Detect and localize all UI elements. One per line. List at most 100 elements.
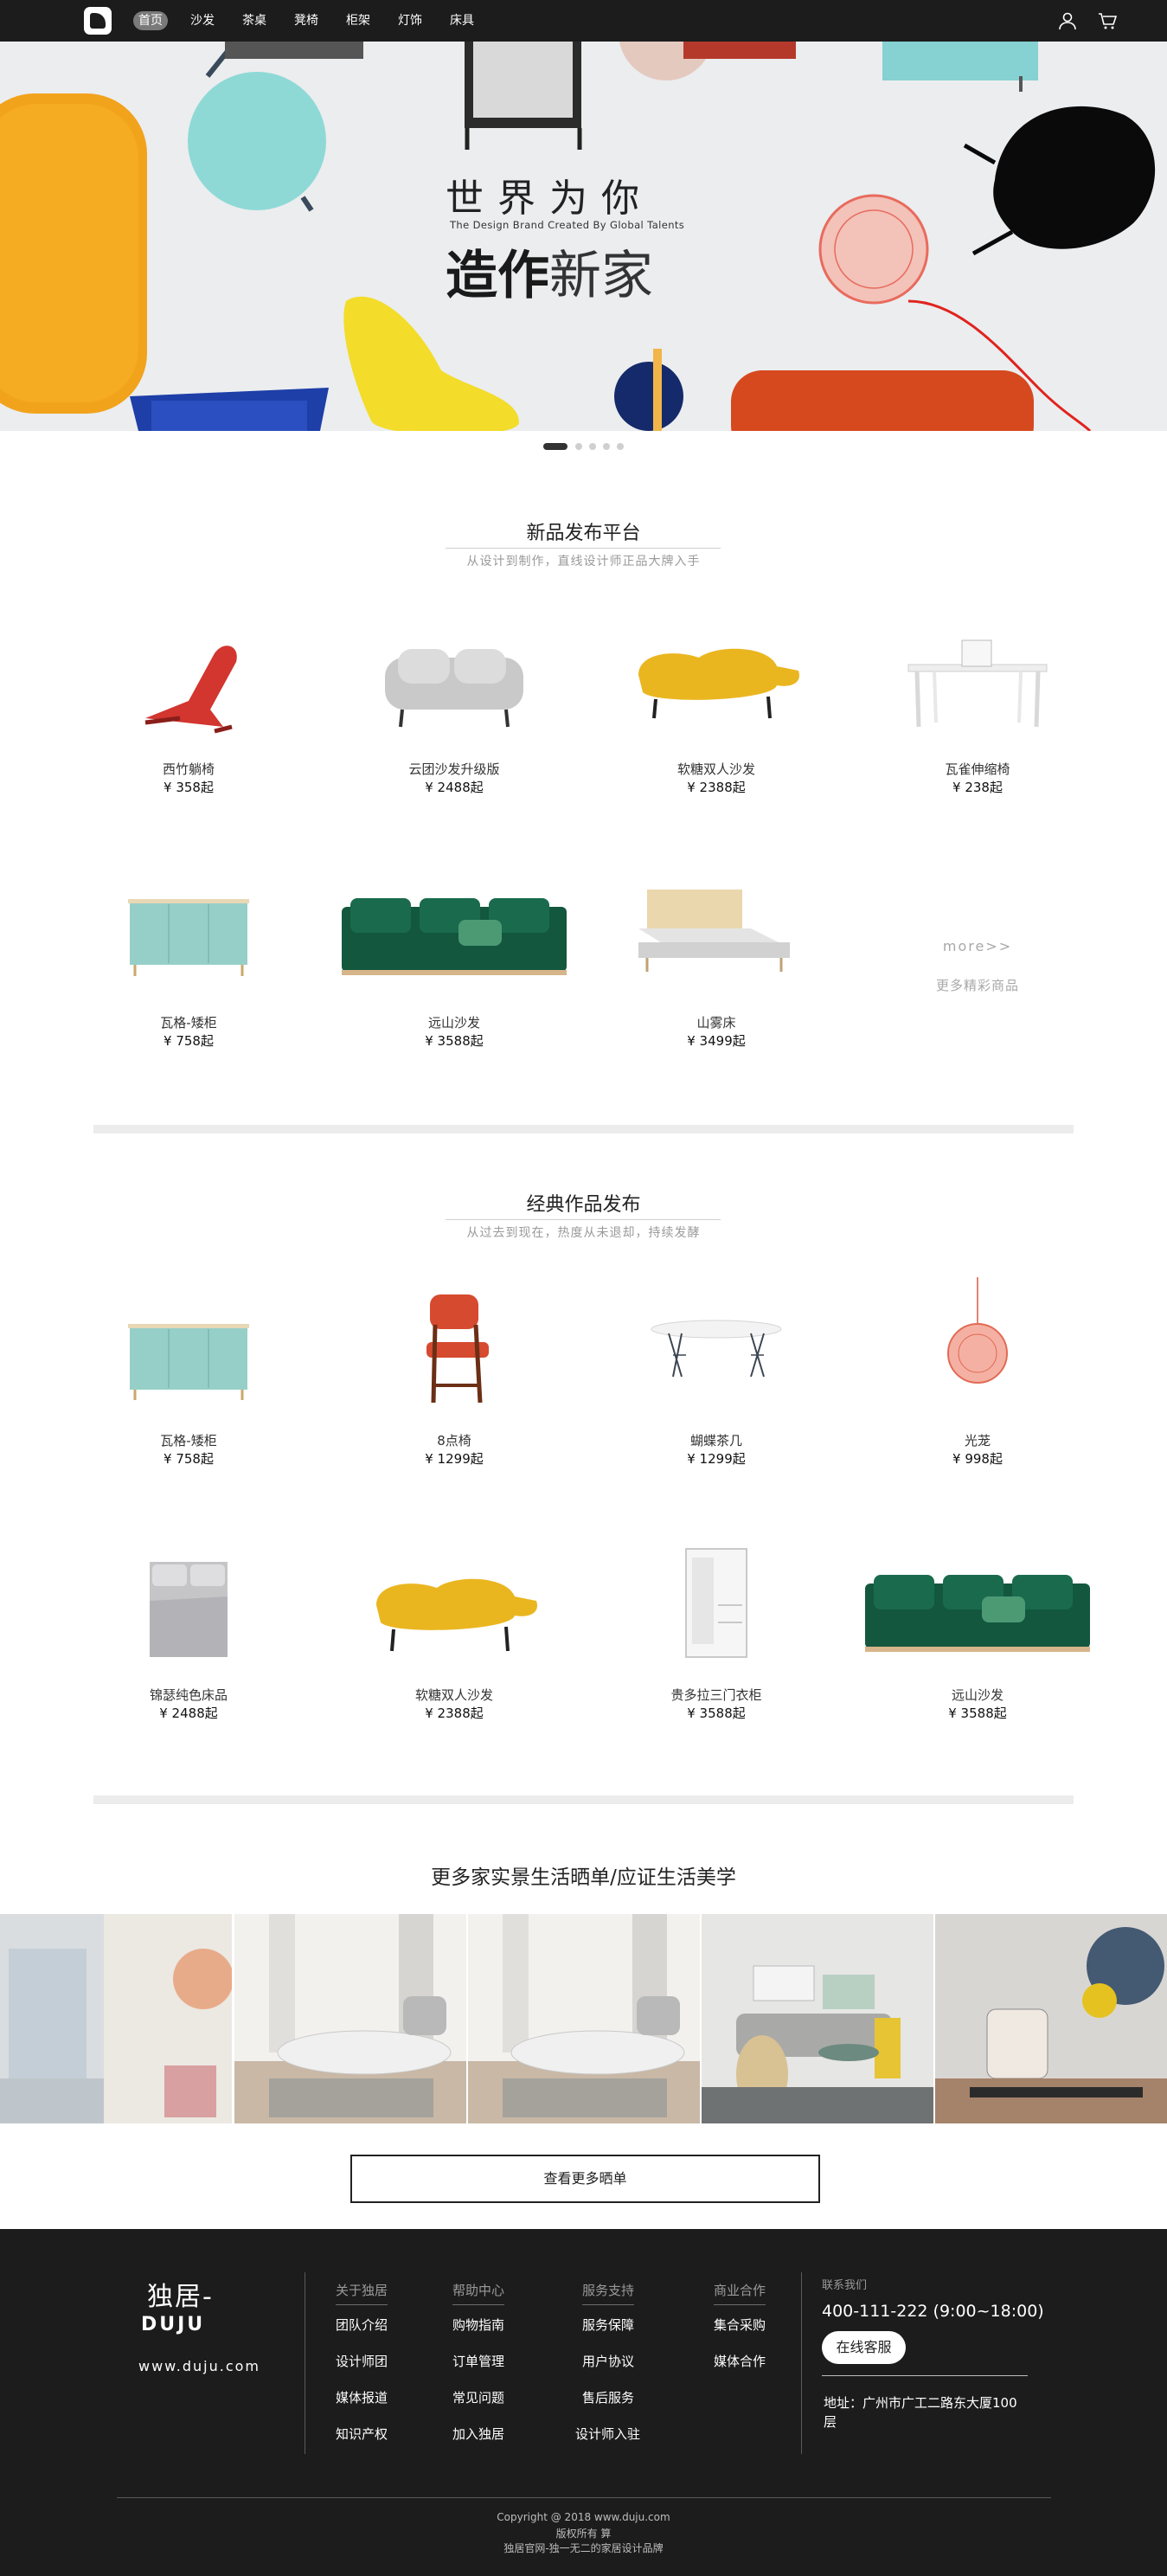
product-name: 软糖双人沙发 <box>676 761 755 777</box>
nav-item-lamp[interactable]: 灯饰 <box>393 11 427 30</box>
product-card[interactable]: 软糖双人沙发 ¥ 2388起 <box>621 606 811 795</box>
nav-item-cabinet[interactable]: 柜架 <box>341 11 375 30</box>
product-name: 远山沙发 <box>427 1015 480 1031</box>
product-image <box>385 649 523 728</box>
product-price: ¥ 238起 <box>952 780 1003 795</box>
footer-link[interactable]: 设计师入驻 <box>575 2425 640 2443</box>
footer-link[interactable]: 服务保障 <box>582 2316 634 2334</box>
product-image <box>638 890 790 972</box>
product-price: ¥ 2388起 <box>687 780 746 795</box>
headline-light: 新家 <box>549 246 653 306</box>
product-card[interactable]: 瓦格-矮柜 ¥ 758起 <box>93 859 284 1049</box>
product-price: ¥ 3588起 <box>425 1033 484 1049</box>
new-products-subtitle: 从设计到制作，直线设计师正品大牌入手 <box>466 555 701 569</box>
product-price: ¥ 1299起 <box>687 1451 746 1467</box>
footer-link[interactable]: 媒体合作 <box>714 2352 766 2370</box>
contact-divider <box>822 2375 1028 2376</box>
product-image <box>651 1320 782 1378</box>
classic-subtitle: 从过去到现在，热度从未退却，持续发酵 <box>466 1226 701 1240</box>
gallery-photo[interactable] <box>702 1914 933 2123</box>
footer-link[interactable]: 知识产权 <box>336 2425 388 2443</box>
product-name: 远山沙发 <box>951 1687 1003 1703</box>
carousel-dot[interactable] <box>603 443 610 450</box>
product-card[interactable]: 软糖双人沙发 ¥ 2388起 <box>359 1532 549 1721</box>
product-image <box>128 1324 249 1400</box>
product-image <box>638 648 799 719</box>
product-image <box>426 1294 489 1404</box>
footer-link[interactable]: 购物指南 <box>452 2316 504 2334</box>
contact-address: 地址：广州市广工二路东大厦100层 <box>824 2395 1017 2430</box>
online-service-button[interactable]: 在线客服 <box>822 2331 906 2364</box>
product-name: 贵多拉三门衣柜 <box>670 1687 762 1703</box>
product-card[interactable]: 瓦雀伸缩椅 ¥ 238起 <box>882 606 1073 795</box>
product-price: ¥ 3588起 <box>687 1706 746 1721</box>
gallery-photo[interactable] <box>935 1914 1167 2123</box>
footer-link[interactable]: 团队介绍 <box>336 2316 388 2334</box>
carousel-dot[interactable] <box>575 443 582 450</box>
footer-link[interactable]: 售后服务 <box>582 2388 634 2406</box>
product-name: 8点椅 <box>437 1433 471 1449</box>
hero-banner[interactable]: 世界为你 The Design Brand Created By Global … <box>0 42 1167 431</box>
footer-link[interactable]: 常见问题 <box>452 2388 504 2406</box>
view-more-button[interactable]: 查看更多晒单 <box>350 2155 820 2203</box>
product-image <box>376 1578 537 1652</box>
product-card[interactable]: 瓦格-矮柜 ¥ 758起 <box>93 1277 284 1467</box>
product-price: ¥ 758起 <box>164 1033 214 1049</box>
contact-label: 联系我们 <box>822 2279 868 2292</box>
title-underline <box>446 1219 721 1220</box>
carousel-dot[interactable] <box>589 443 596 450</box>
cart-icon[interactable] <box>1097 10 1118 31</box>
product-name: 西竹躺椅 <box>162 761 215 777</box>
nav-item-home[interactable]: 首页 <box>133 11 168 30</box>
footer-url[interactable]: www.duju.com <box>138 2358 260 2374</box>
gallery-photo[interactable] <box>468 1914 700 2123</box>
product-price: ¥ 358起 <box>164 780 214 795</box>
product-card[interactable]: 贵多拉三门衣柜 ¥ 3588起 <box>621 1532 811 1721</box>
footer-link[interactable]: 用户协议 <box>582 2352 634 2370</box>
headline-bold: 造作 <box>446 246 549 306</box>
footer-link[interactable]: 集合采购 <box>714 2316 766 2334</box>
product-card[interactable]: 远山沙发 ¥ 3588起 <box>337 859 571 1049</box>
product-price: ¥ 1299起 <box>425 1451 484 1467</box>
product-card[interactable]: 山雾床 ¥ 3499起 <box>621 859 811 1049</box>
user-icon[interactable] <box>1057 10 1078 31</box>
product-image <box>144 646 237 734</box>
nav-item-sofa[interactable]: 沙发 <box>185 11 220 30</box>
product-card[interactable]: 光茏 ¥ 998起 <box>882 1277 1073 1467</box>
title-underline <box>446 548 721 549</box>
footer-link[interactable]: 设计师团 <box>336 2352 388 2370</box>
nav-item-bed[interactable]: 床具 <box>445 11 479 30</box>
gallery-photo[interactable] <box>234 1914 466 2123</box>
product-card[interactable]: 西竹躺椅 ¥ 358起 <box>93 606 284 795</box>
product-card[interactable]: 云团沙发升级版 ¥ 2488起 <box>359 606 549 795</box>
new-products-title: 新品发布平台 <box>526 523 641 544</box>
product-image <box>907 639 1048 728</box>
gallery-photo[interactable] <box>0 1914 232 2123</box>
footer-link[interactable]: 订单管理 <box>452 2352 504 2370</box>
product-card[interactable]: 蝴蝶茶几 ¥ 1299起 <box>621 1277 811 1467</box>
footer-link[interactable]: 媒体报道 <box>336 2388 388 2406</box>
nav-item-table[interactable]: 茶桌 <box>237 11 272 30</box>
carousel-dot[interactable] <box>617 443 624 450</box>
footer-bottom-line <box>117 2497 1051 2498</box>
more-products-link[interactable]: more>> <box>882 938 1073 954</box>
product-card[interactable]: 远山沙发 ¥ 3588起 <box>861 1532 1094 1721</box>
footer-col-title: 服务支持 <box>582 2281 635 2305</box>
footer-brand-en: DUJU <box>141 2314 206 2335</box>
contact-phone: 400-111-222 (9:00~18:00) <box>822 2302 1044 2321</box>
top-nav: 首页 沙发 茶桌 凳椅 柜架 灯饰 床具 <box>0 0 1167 42</box>
footer-divider <box>801 2272 802 2454</box>
product-card[interactable]: 8点椅 ¥ 1299起 <box>359 1277 549 1467</box>
gallery-title: 更多家实景生活晒单/应证生活美学 <box>431 1866 736 1889</box>
product-image <box>342 898 567 975</box>
product-price: ¥ 998起 <box>952 1451 1003 1467</box>
footer-link[interactable]: 加入独居 <box>452 2425 504 2443</box>
footer-col-title: 帮助中心 <box>452 2281 505 2305</box>
logo-icon[interactable] <box>84 7 112 35</box>
product-name: 光茏 <box>964 1433 991 1449</box>
product-price: ¥ 2488起 <box>425 780 484 795</box>
more-products-desc[interactable]: 更多精彩商品 <box>882 976 1073 994</box>
product-card[interactable]: 锦瑟纯色床品 ¥ 2488起 <box>93 1532 284 1721</box>
carousel-dot[interactable] <box>543 443 567 450</box>
nav-item-chair[interactable]: 凳椅 <box>289 11 324 30</box>
